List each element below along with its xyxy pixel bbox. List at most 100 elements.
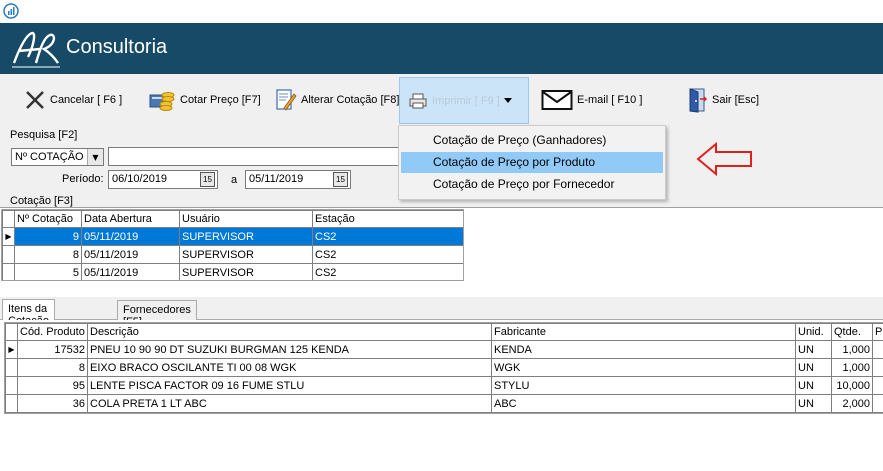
product-extra[interactable] (872, 376, 883, 395)
quote-date[interactable]: 05/11/2019 (81, 245, 180, 264)
product-description[interactable]: EIXO BRACO OSCILANTE TI 00 08 WGK (87, 358, 492, 377)
table-row[interactable]: 36 COLA PRETA 1 LT ABC ABC UN 2,000 (5, 394, 883, 413)
tab-itens-cotacao[interactable]: Itens da Cotação [F4] (2, 299, 55, 339)
row-indicator (2, 245, 15, 264)
product-quantity[interactable]: 2,000 (831, 394, 873, 413)
calendar-icon[interactable]: 15 (200, 172, 215, 187)
row-indicator (5, 394, 18, 413)
product-quantity[interactable]: 10,000 (831, 376, 873, 395)
search-field-value: Nº COTAÇÃO (15, 151, 84, 163)
quote-date[interactable]: 05/11/2019 (81, 263, 180, 280)
toolbar: Cancelar [ F6 ] Cotar Preço [F7] Alterar (0, 74, 883, 126)
date-to-field[interactable]: 05/11/2019 15 (245, 170, 351, 189)
quote-station[interactable]: CS2 (312, 263, 463, 280)
print-button[interactable]: Imprimir [ F9 ] (399, 77, 529, 124)
product-unit[interactable]: UN (795, 340, 832, 359)
grid-corner (5, 323, 18, 341)
cancel-button[interactable]: Cancelar [ F6 ] (24, 78, 122, 122)
product-description[interactable]: PNEU 10 90 90 DT SUZUKI BURGMAN 125 KEND… (87, 340, 492, 359)
date-to-value: 05/11/2019 (249, 173, 304, 185)
product-manufacturer[interactable]: ABC (491, 394, 796, 413)
column-header[interactable]: Usuário (179, 210, 313, 228)
quote-user[interactable]: SUPERVISOR (179, 227, 313, 246)
quote-price-button[interactable]: Cotar Preço [F7] (148, 78, 261, 122)
quote-date[interactable]: 05/11/2019 (81, 227, 180, 246)
edit-quote-label: Alterar Cotação [F8] (301, 94, 400, 106)
menu-item-by-supplier[interactable]: Cotação de Preço por Fornecedor (401, 174, 663, 195)
column-header[interactable]: Cód. Produto (17, 323, 88, 341)
email-button[interactable]: E-mail [ F10 ] (541, 78, 642, 122)
product-code[interactable]: 8 (17, 358, 88, 377)
column-header[interactable]: Fabricante (491, 323, 796, 341)
quote-station[interactable]: CS2 (312, 245, 463, 264)
product-extra[interactable] (872, 340, 883, 359)
search-label: Pesquisa [F2] (10, 129, 78, 141)
row-indicator (5, 358, 18, 377)
product-extra[interactable] (872, 358, 883, 377)
row-pointer-icon: ▶ (2, 227, 15, 246)
product-manufacturer[interactable]: WGK (491, 358, 796, 377)
print-dropdown-menu: Cotação de Preço (Ganhadores) Cotação de… (398, 125, 666, 200)
column-header[interactable]: Qtde. (831, 323, 873, 341)
printer-icon (409, 93, 427, 108)
mail-icon (541, 90, 573, 110)
coins-icon (149, 92, 175, 111)
column-header[interactable]: Unid. (795, 323, 832, 341)
grid-corner (2, 210, 15, 228)
product-description[interactable]: LENTE PISCA FACTOR 09 16 FUME STLU (87, 376, 492, 395)
exit-label: Sair [Esc] (712, 94, 760, 106)
product-code[interactable]: 17532 (17, 340, 88, 359)
quote-station[interactable]: CS2 (312, 227, 463, 246)
table-row[interactable]: 95 LENTE PISCA FACTOR 09 16 FUME STLU ST… (5, 376, 883, 395)
table-row[interactable]: ▶ 17532 PNEU 10 90 90 DT SUZUKI BURGMAN … (5, 340, 883, 359)
calendar-icon[interactable]: 15 (333, 172, 348, 187)
column-header[interactable]: Data Abertura (81, 210, 180, 228)
tab-fornecedores[interactable]: Fornecedores [F5] (117, 300, 197, 328)
quote-number[interactable]: 9 (14, 227, 82, 246)
column-header[interactable]: P (872, 323, 883, 341)
menu-item-winners[interactable]: Cotação de Preço (Ganhadores) (401, 130, 663, 151)
quotes-grid: Nº Cotação Data Abertura Usuário Estação… (1, 209, 464, 281)
product-extra[interactable] (872, 394, 883, 413)
items-grid: Cód. Produto Descrição Fabricante Unid. … (4, 322, 883, 414)
product-manufacturer[interactable]: STYLU (491, 376, 796, 395)
title-bar (0, 0, 883, 23)
search-field-select[interactable]: Nº COTAÇÃO ▼ (11, 148, 104, 166)
search-input[interactable] (108, 147, 408, 166)
date-separator-label: a (231, 174, 238, 186)
chevron-down-icon[interactable]: ▼ (87, 149, 103, 165)
product-code[interactable]: 95 (17, 376, 88, 395)
product-manufacturer[interactable]: KENDA (491, 340, 796, 359)
column-header[interactable]: Estação (312, 210, 463, 228)
table-row[interactable]: 8 EIXO BRACO OSCILANTE TI 00 08 WGK WGK … (5, 358, 883, 377)
table-row[interactable]: ▶ 9 05/11/2019 SUPERVISOR CS2 (2, 227, 463, 246)
menu-item-by-product[interactable]: Cotação de Preço por Produto (401, 152, 663, 173)
column-header[interactable]: Descrição (87, 323, 492, 341)
product-quantity[interactable]: 1,000 (831, 340, 873, 359)
row-pointer-icon: ▶ (5, 340, 18, 359)
exit-button[interactable]: Sair [Esc] (686, 78, 759, 122)
column-header[interactable]: Nº Cotação (14, 210, 82, 228)
product-unit[interactable]: UN (795, 394, 832, 413)
brand-name: Consultoria (66, 36, 168, 58)
product-quantity[interactable]: 1,000 (831, 358, 873, 377)
row-indicator (5, 376, 18, 395)
product-description[interactable]: COLA PRETA 1 LT ABC (87, 394, 492, 413)
cancel-label: Cancelar [ F6 ] (50, 94, 123, 106)
date-from-field[interactable]: 06/10/2019 15 (108, 170, 218, 189)
exit-door-icon (689, 88, 707, 113)
quote-number[interactable]: 5 (14, 263, 82, 280)
quotes-section-label: Cotação [F3] (10, 195, 73, 207)
product-unit[interactable]: UN (795, 376, 832, 395)
period-label: Período: (62, 173, 104, 185)
quote-user[interactable]: SUPERVISOR (179, 245, 313, 264)
table-row[interactable]: 5 05/11/2019 SUPERVISOR CS2 (2, 263, 463, 280)
table-row[interactable]: 8 05/11/2019 SUPERVISOR CS2 (2, 245, 463, 264)
app-icon (3, 3, 19, 19)
quote-number[interactable]: 8 (14, 245, 82, 264)
company-logo (12, 31, 60, 68)
edit-quote-button[interactable]: Alterar Cotação [F8] (275, 78, 399, 122)
quote-user[interactable]: SUPERVISOR (179, 263, 313, 280)
product-code[interactable]: 36 (17, 394, 88, 413)
product-unit[interactable]: UN (795, 358, 832, 377)
